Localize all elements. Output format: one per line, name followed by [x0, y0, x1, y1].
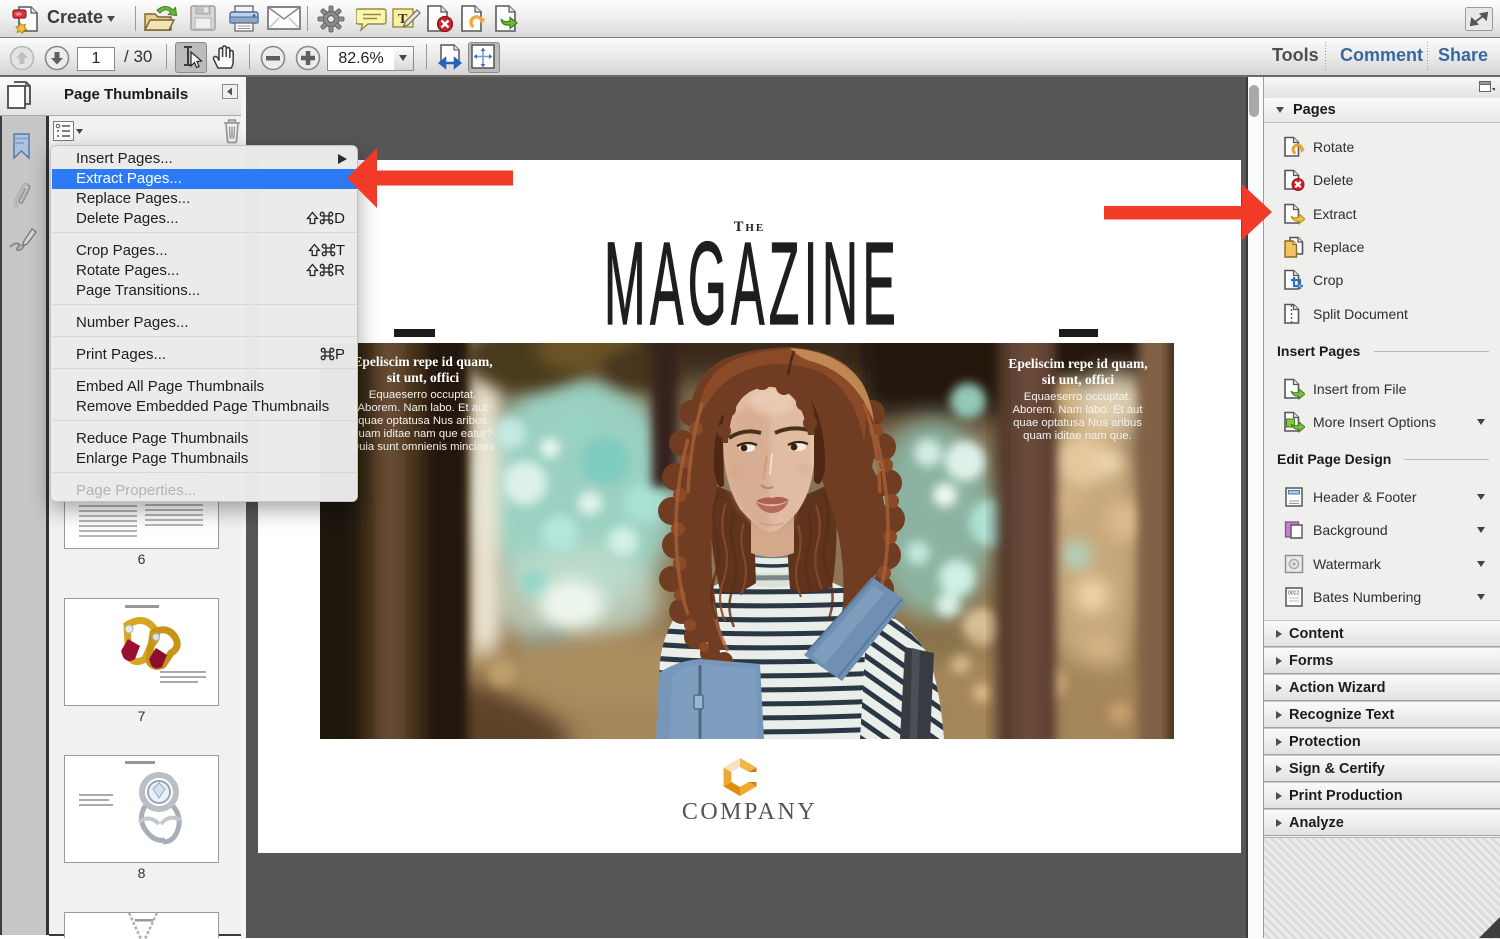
svg-text:0012: 0012 — [1288, 591, 1299, 597]
